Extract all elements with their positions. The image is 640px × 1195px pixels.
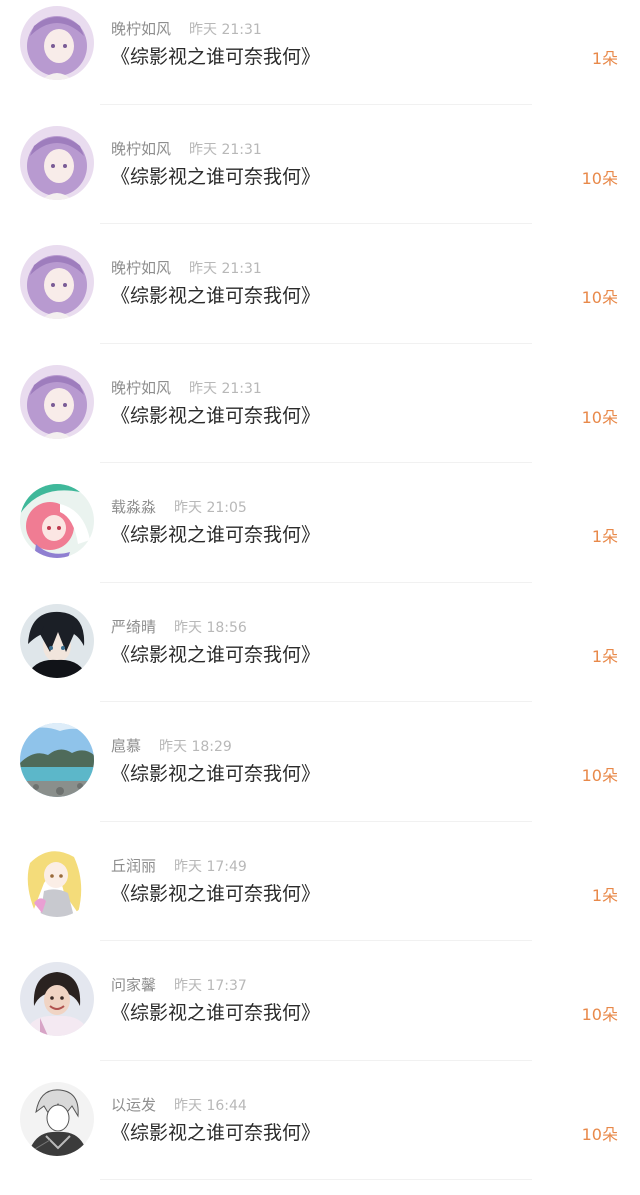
- item-meta: 丘润丽 昨天 17:49: [111, 855, 247, 877]
- item-meta: 扈慕 昨天 18:29: [111, 735, 232, 757]
- divider: [100, 104, 532, 105]
- book-title[interactable]: 《综影视之谁可奈我何》: [111, 641, 320, 669]
- user-name[interactable]: 丘润丽: [111, 857, 156, 875]
- timestamp: 昨天 17:49: [174, 859, 247, 875]
- flower-amount: 10朵: [582, 167, 618, 191]
- divider: [100, 821, 532, 822]
- list-item[interactable]: 以运发 昨天 16:44 《综影视之谁可奈我何》 10朵: [0, 1076, 640, 1195]
- user-name[interactable]: 晚柠如风: [111, 379, 171, 397]
- avatar[interactable]: [20, 126, 94, 200]
- list-item[interactable]: 问家馨 昨天 17:37 《综影视之谁可奈我何》 10朵: [0, 956, 640, 1076]
- book-title[interactable]: 《综影视之谁可奈我何》: [111, 163, 320, 191]
- user-name[interactable]: 扈慕: [111, 737, 141, 755]
- timestamp: 昨天 21:05: [174, 500, 247, 516]
- flower-amount: 10朵: [582, 764, 618, 788]
- user-name[interactable]: 严绮晴: [111, 618, 156, 636]
- user-name[interactable]: 晚柠如风: [111, 140, 171, 158]
- list-item[interactable]: 丘润丽 昨天 17:49 《综影视之谁可奈我何》 1朵: [0, 837, 640, 957]
- list-item[interactable]: 晚柠如风 昨天 21:31 《综影视之谁可奈我何》 1朵: [0, 0, 640, 120]
- flower-amount: 1朵: [592, 884, 618, 908]
- item-meta: 晚柠如风 昨天 21:31: [111, 138, 262, 160]
- avatar[interactable]: [20, 484, 94, 558]
- user-name[interactable]: 晚柠如风: [111, 20, 171, 38]
- timestamp: 昨天 16:44: [174, 1098, 247, 1114]
- divider: [100, 343, 532, 344]
- item-meta: 以运发 昨天 16:44: [111, 1094, 247, 1116]
- avatar[interactable]: [20, 604, 94, 678]
- avatar[interactable]: [20, 6, 94, 80]
- item-meta: 晚柠如风 昨天 21:31: [111, 377, 262, 399]
- user-name[interactable]: 问家馨: [111, 976, 156, 994]
- divider: [100, 1060, 532, 1061]
- timestamp: 昨天 21:31: [189, 381, 262, 397]
- flower-amount: 1朵: [592, 645, 618, 669]
- book-title[interactable]: 《综影视之谁可奈我何》: [111, 282, 320, 310]
- list-item[interactable]: 晚柠如风 昨天 21:31 《综影视之谁可奈我何》 10朵: [0, 239, 640, 359]
- book-title[interactable]: 《综影视之谁可奈我何》: [111, 999, 320, 1027]
- flower-amount: 10朵: [582, 1003, 618, 1027]
- item-meta: 晚柠如风 昨天 21:31: [111, 257, 262, 279]
- list-item[interactable]: 晚柠如风 昨天 21:31 《综影视之谁可奈我何》 10朵: [0, 359, 640, 479]
- divider: [100, 462, 532, 463]
- list-item[interactable]: 严绮晴 昨天 18:56 《综影视之谁可奈我何》 1朵: [0, 598, 640, 718]
- avatar[interactable]: [20, 723, 94, 797]
- gift-record-list: 晚柠如风昨天 21:31 《综影视之谁可奈我何》 1朵 晚柠如风昨天 21:31…: [0, 0, 640, 1180]
- item-meta: 严绮晴 昨天 18:56: [111, 616, 247, 638]
- divider: [100, 701, 532, 702]
- book-title[interactable]: 《综影视之谁可奈我何》: [111, 521, 320, 549]
- avatar[interactable]: [20, 365, 94, 439]
- flower-amount: 10朵: [582, 286, 618, 310]
- book-title[interactable]: 《综影视之谁可奈我何》: [111, 43, 320, 71]
- avatar[interactable]: [20, 1082, 94, 1156]
- flower-amount: 10朵: [582, 406, 618, 430]
- item-meta: 问家馨 昨天 17:37: [111, 974, 247, 996]
- list-item[interactable]: 扈慕 昨天 18:29 《综影视之谁可奈我何》 10朵: [0, 717, 640, 837]
- timestamp: 昨天 18:29: [159, 739, 232, 755]
- flower-amount: 10朵: [582, 1123, 618, 1147]
- book-title[interactable]: 《综影视之谁可奈我何》: [111, 880, 320, 908]
- book-title[interactable]: 《综影视之谁可奈我何》: [111, 1119, 320, 1147]
- divider: [100, 223, 532, 224]
- book-title[interactable]: 《综影视之谁可奈我何》: [111, 760, 320, 788]
- timestamp: 昨天 21:31: [189, 261, 262, 277]
- list-item[interactable]: 晚柠如风 昨天 21:31 《综影视之谁可奈我何》 10朵: [0, 120, 640, 240]
- flower-amount: 1朵: [592, 525, 618, 549]
- user-name[interactable]: 以运发: [111, 1096, 156, 1114]
- divider: [100, 582, 532, 583]
- avatar[interactable]: [20, 843, 94, 917]
- user-name[interactable]: 载淼淼: [111, 498, 156, 516]
- book-title[interactable]: 《综影视之谁可奈我何》: [111, 402, 320, 430]
- timestamp: 昨天 17:37: [174, 978, 247, 994]
- flower-amount: 1朵: [592, 47, 618, 71]
- avatar[interactable]: [20, 245, 94, 319]
- user-name[interactable]: 晚柠如风: [111, 259, 171, 277]
- list-item[interactable]: 载淼淼 昨天 21:05 《综影视之谁可奈我何》 1朵: [0, 478, 640, 598]
- timestamp: 昨天 18:56: [174, 620, 247, 636]
- timestamp: 昨天 21:31: [189, 142, 262, 158]
- avatar[interactable]: [20, 962, 94, 1036]
- divider: [100, 940, 532, 941]
- item-meta: 晚柠如风 昨天 21:31: [111, 18, 262, 40]
- item-meta: 载淼淼 昨天 21:05: [111, 496, 247, 518]
- timestamp: 昨天 21:31: [189, 22, 262, 38]
